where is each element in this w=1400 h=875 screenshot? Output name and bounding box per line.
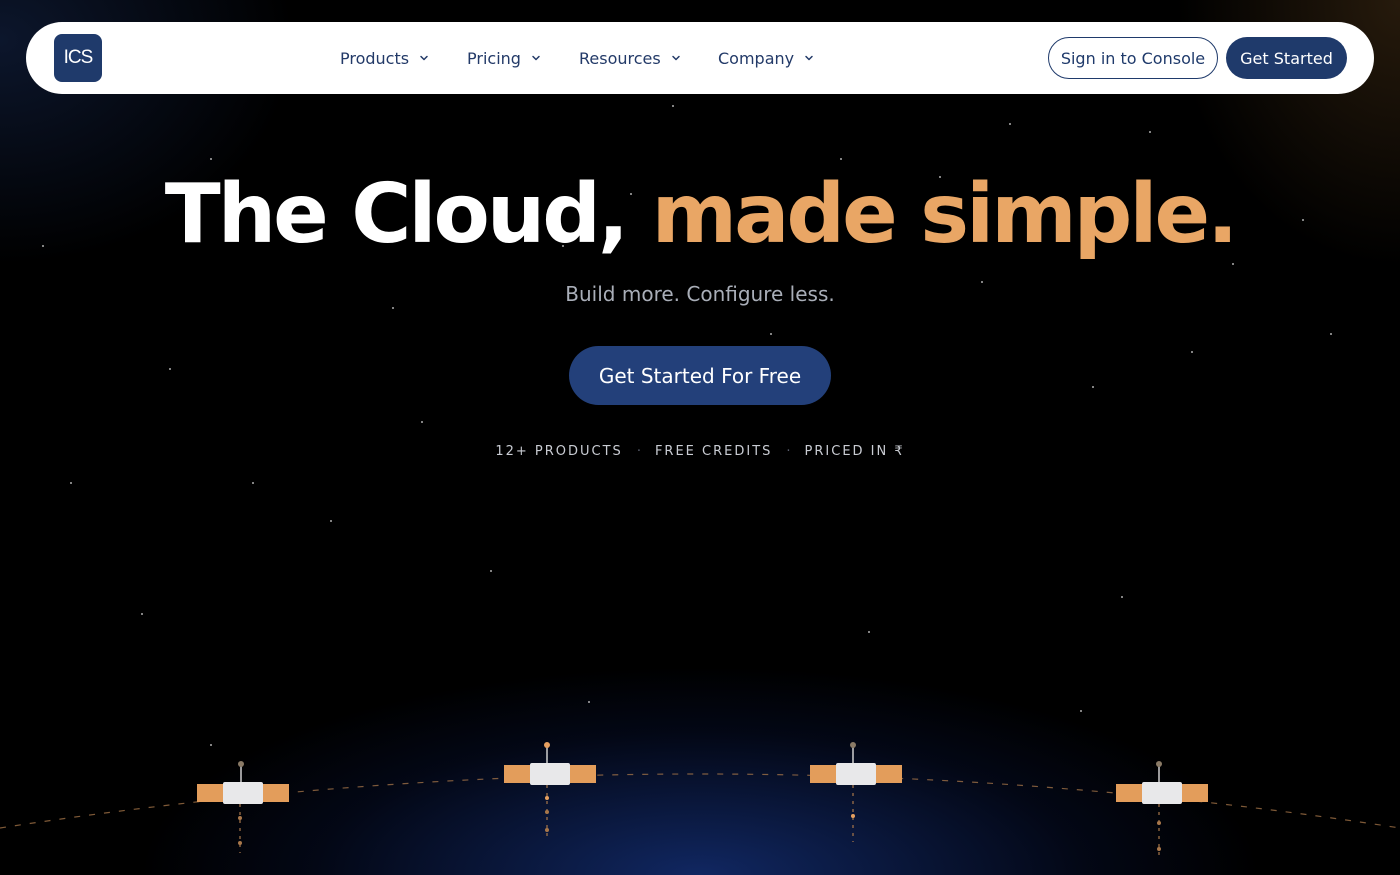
satellite-icon [810, 742, 902, 842]
nav-item-products[interactable]: Products [340, 48, 429, 68]
star [1009, 123, 1011, 125]
chevron-down-icon [805, 55, 813, 61]
satellite-icon [504, 742, 596, 838]
star [330, 520, 332, 522]
chevron-down-icon [671, 55, 680, 61]
hero-title-accent: made simple. [651, 167, 1239, 262]
star [252, 482, 254, 484]
satellite-icon [1116, 761, 1208, 859]
nav-item-label: Company [718, 48, 795, 68]
feature-free-credits: FREE CREDITS [654, 444, 773, 459]
star [1191, 351, 1193, 353]
star [1092, 386, 1094, 388]
feature-separator: · [636, 444, 641, 459]
chevron-down-icon [420, 55, 428, 61]
star [1330, 333, 1332, 335]
nav-item-label: Resources [579, 48, 661, 68]
nav-item-label: Pricing [467, 48, 521, 68]
star [840, 158, 842, 160]
satellite-orbit-illustration [0, 742, 1400, 859]
nav-item-company[interactable]: Company [718, 48, 814, 68]
feature-highlights: 12+ PRODUCTS · FREE CREDITS · PRICED IN … [0, 444, 1400, 459]
get-started-free-button[interactable]: Get Started For Free [569, 346, 831, 405]
sign-in-console-button[interactable]: Sign in to Console [1048, 37, 1218, 79]
star [70, 482, 72, 484]
star [421, 421, 423, 423]
get-started-button[interactable]: Get Started [1226, 37, 1347, 79]
star [1149, 131, 1151, 133]
satellite-icon [197, 761, 289, 853]
star [169, 368, 171, 370]
star [1121, 596, 1123, 598]
nav-item-pricing[interactable]: Pricing [467, 48, 541, 68]
star [392, 307, 394, 309]
nav-item-resources[interactable]: Resources [579, 48, 681, 68]
star [672, 105, 674, 107]
hero-title: The Cloud, made simple. [0, 165, 1400, 265]
feature-priced-in-rupees: PRICED IN ₹ [804, 444, 905, 459]
feature-products: 12+ PRODUCTS [495, 444, 623, 459]
hero-title-main: The Cloud, [164, 167, 629, 262]
star [141, 613, 143, 615]
feature-separator: · [786, 444, 791, 459]
star [868, 631, 870, 633]
top-navbar: ICS Products Pricing Resources Company S… [26, 22, 1374, 94]
ics-logo[interactable]: ICS [54, 34, 102, 82]
star [210, 158, 212, 160]
nav-item-label: Products [340, 48, 410, 68]
hero-subtitle: Build more. Configure less. [565, 282, 835, 306]
star [490, 570, 492, 572]
star [770, 333, 772, 335]
chevron-down-icon [532, 55, 540, 61]
